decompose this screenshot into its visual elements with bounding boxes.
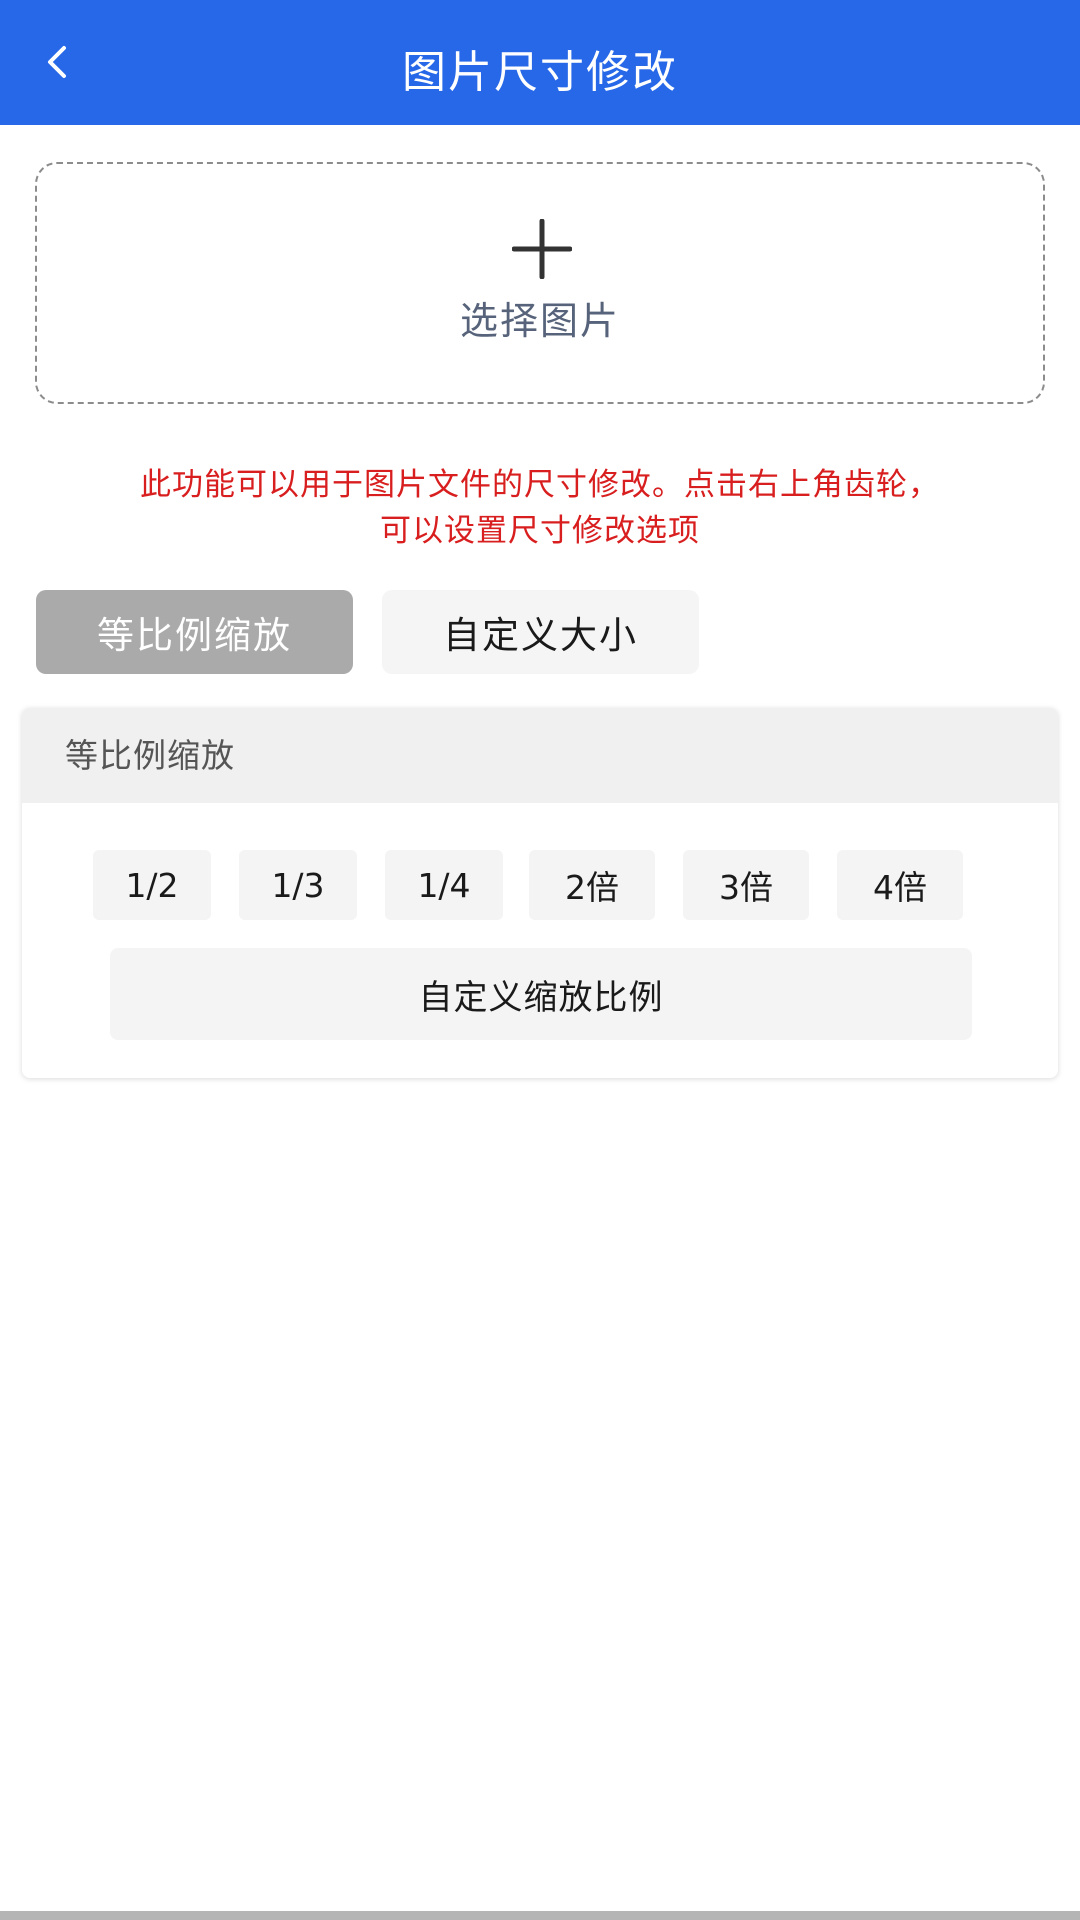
select-image-label: 选择图片 [459,299,620,343]
plus-icon [512,219,572,279]
panel-header: 等比例缩放 [22,708,1058,803]
app-header: 图片尺寸修改 [0,0,1080,125]
info-text-line-1: 此功能可以用于图片文件的尺寸修改。点击右上角齿轮， [140,467,940,503]
scale-option-quarter[interactable]: 1/4 [385,850,503,920]
scale-option-3x[interactable]: 3倍 [683,850,809,920]
scale-option-half[interactable]: 1/2 [93,850,211,920]
scale-options-panel: 等比例缩放 1/2 1/3 1/4 2倍 3倍 4倍 自定义缩放比例 [22,708,1058,1078]
info-text: 此功能可以用于图片文件的尺寸修改。点击右上角齿轮， 可以设置尺寸修改选项 [30,462,1050,554]
info-text-line-2: 可以设置尺寸修改选项 [380,513,700,549]
custom-size-button[interactable]: 自定义大小 [382,590,699,674]
panel-title: 等比例缩放 [65,736,235,775]
custom-scale-ratio-button[interactable]: 自定义缩放比例 [110,948,972,1040]
page-title: 图片尺寸修改 [402,47,678,98]
scale-option-2x[interactable]: 2倍 [529,850,655,920]
proportional-scale-button[interactable]: 等比例缩放 [36,590,353,674]
scale-option-third[interactable]: 1/3 [239,850,357,920]
select-image-area[interactable]: 选择图片 [35,162,1045,404]
scale-option-4x[interactable]: 4倍 [837,850,963,920]
bottom-edge [0,1911,1080,1920]
